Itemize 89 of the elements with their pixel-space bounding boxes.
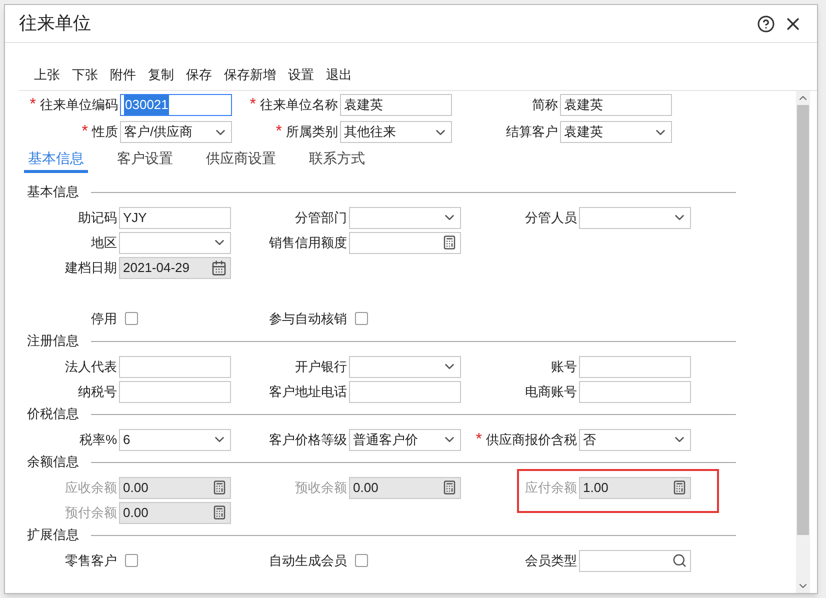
calendar-icon bbox=[211, 260, 227, 276]
required-mark: * bbox=[250, 95, 256, 115]
select-field[interactable]: 其他往来 bbox=[340, 121, 452, 143]
toolbar-button[interactable]: 退出 bbox=[326, 65, 352, 85]
select-field[interactable] bbox=[579, 206, 691, 228]
scroll-thumb[interactable] bbox=[797, 105, 809, 535]
input-field[interactable] bbox=[119, 380, 231, 402]
field-label: 法人代表 bbox=[65, 358, 117, 376]
field-label: 客户价格等级 bbox=[269, 430, 347, 449]
calculator-icon bbox=[672, 480, 687, 495]
field-label: 停用 bbox=[91, 310, 117, 328]
field-label: 预收余额 bbox=[295, 478, 347, 497]
input-field[interactable] bbox=[579, 380, 691, 402]
input-field[interactable]: 袁建英 bbox=[340, 94, 452, 116]
field-label: 预付余额 bbox=[65, 504, 117, 522]
input-field[interactable] bbox=[579, 356, 691, 378]
field-label: 地区 bbox=[91, 234, 117, 252]
calculator-icon bbox=[212, 480, 227, 495]
field-label: 助记码 bbox=[78, 208, 117, 227]
search-field[interactable] bbox=[579, 550, 691, 572]
select-field[interactable]: 普通客户价 bbox=[349, 428, 461, 450]
toolbar-button[interactable]: 保存 bbox=[186, 65, 212, 85]
input-field[interactable]: YJY bbox=[119, 206, 231, 228]
input-field[interactable]: 袁建英 bbox=[560, 94, 672, 116]
field-label: 分管人员 bbox=[525, 208, 577, 227]
field-label: 电商账号 bbox=[525, 382, 577, 401]
required-mark: * bbox=[82, 122, 88, 142]
section-title: 注册信息 bbox=[27, 332, 79, 350]
field-label: 账号 bbox=[551, 358, 577, 376]
field-label: 往来单位名称 bbox=[260, 96, 338, 114]
toolbar-button[interactable]: 上张 bbox=[34, 65, 60, 85]
help-icon[interactable] bbox=[757, 14, 775, 32]
field-label: 应收余额 bbox=[65, 478, 117, 497]
field-label: 客户地址电话 bbox=[269, 382, 347, 401]
select-field[interactable]: 6 bbox=[119, 428, 231, 450]
field-label: 税率% bbox=[79, 430, 117, 449]
required-mark: * bbox=[276, 122, 282, 142]
required-mark: * bbox=[30, 95, 36, 115]
number-field[interactable] bbox=[349, 232, 461, 254]
checkbox[interactable] bbox=[125, 312, 138, 325]
input-field[interactable] bbox=[119, 356, 231, 378]
section-title: 扩展信息 bbox=[27, 526, 79, 544]
select-field[interactable] bbox=[119, 232, 231, 254]
tab[interactable]: 客户设置 bbox=[113, 147, 177, 173]
required-mark: * bbox=[476, 430, 482, 450]
calculator-icon bbox=[442, 235, 457, 250]
field-label: 往来单位编码 bbox=[40, 96, 118, 114]
field-label: 结算客户 bbox=[506, 123, 558, 142]
field-label: 参与自动核销 bbox=[269, 310, 347, 328]
field-label: 建档日期 bbox=[65, 258, 117, 277]
tab[interactable]: 基本信息 bbox=[24, 147, 88, 173]
field-label: 供应商报价含税 bbox=[486, 430, 577, 449]
tab[interactable]: 联系方式 bbox=[305, 147, 369, 173]
calculator-icon bbox=[442, 480, 457, 495]
calculator-icon bbox=[212, 505, 227, 520]
checkbox[interactable] bbox=[355, 554, 368, 567]
input-field[interactable] bbox=[349, 380, 461, 402]
field-label: 开户银行 bbox=[295, 358, 347, 376]
select-field[interactable] bbox=[349, 206, 461, 228]
field-label: 销售信用额度 bbox=[269, 234, 347, 252]
toolbar-button[interactable]: 附件 bbox=[110, 65, 136, 85]
tab[interactable]: 供应商设置 bbox=[202, 147, 280, 173]
input-field[interactable]: 030021 bbox=[120, 94, 232, 116]
scrollbar[interactable] bbox=[796, 91, 810, 593]
field-label: 会员类型 bbox=[525, 552, 577, 570]
field-label: 简称 bbox=[532, 96, 558, 114]
field-label: 分管部门 bbox=[295, 208, 347, 227]
field-label: 自动生成会员 bbox=[269, 552, 347, 570]
section-title: 余额信息 bbox=[27, 453, 79, 472]
search-icon bbox=[672, 553, 687, 568]
section-title: 基本信息 bbox=[27, 183, 79, 202]
toolbar-button[interactable]: 保存新增 bbox=[224, 65, 276, 85]
select-field[interactable]: 否 bbox=[579, 428, 691, 450]
field-label: 零售客户 bbox=[65, 552, 117, 570]
field-label: 性质 bbox=[92, 123, 118, 142]
checkbox[interactable] bbox=[125, 554, 138, 567]
field-label: 纳税号 bbox=[78, 382, 117, 401]
toolbar-button[interactable]: 设置 bbox=[288, 65, 314, 85]
toolbar-button[interactable]: 下张 bbox=[72, 65, 98, 85]
toolbar-button[interactable]: 复制 bbox=[148, 65, 174, 85]
checkbox[interactable] bbox=[355, 312, 368, 325]
select-field[interactable] bbox=[349, 356, 461, 378]
field-label: 应付余额 bbox=[525, 478, 577, 497]
select-field[interactable]: 客户/供应商 bbox=[120, 121, 232, 143]
window-title: 往来单位 bbox=[19, 12, 91, 35]
field-label: 所属类别 bbox=[286, 123, 338, 142]
date-field[interactable]: 2021-04-29 bbox=[119, 256, 231, 278]
section-title: 价税信息 bbox=[27, 405, 79, 424]
select-field[interactable]: 袁建英 bbox=[560, 121, 672, 143]
